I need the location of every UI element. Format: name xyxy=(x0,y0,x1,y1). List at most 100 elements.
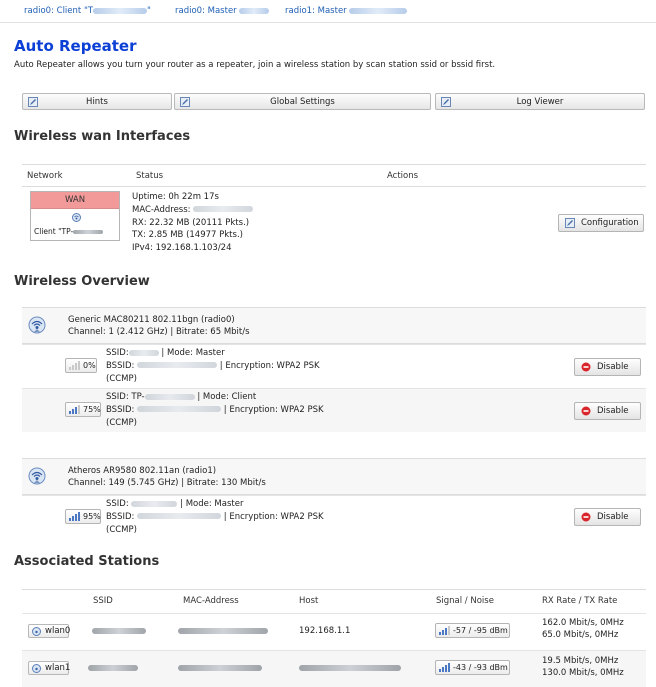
bssid-line: BSSID: | Encryption: WPA2 PSK xyxy=(106,360,320,373)
iface-label: wlan0 xyxy=(45,626,71,636)
redacted-text xyxy=(193,206,254,213)
signal-bars-icon xyxy=(439,663,450,672)
tx-rate: 130.0 Mbit/s, 0MHz xyxy=(542,667,624,678)
wifi-radio-icon xyxy=(28,467,46,485)
topbar-radio1-master[interactable]: radio1: Master xyxy=(285,6,408,16)
host-text: 192.168.1.1 xyxy=(299,626,351,636)
radio0-name: Generic MAC80211 802.11bgn (radio0) xyxy=(68,315,235,325)
disable-icon xyxy=(581,512,591,522)
edit-icon xyxy=(441,97,451,107)
redacted-text xyxy=(144,393,195,400)
col-signal: Signal / Noise xyxy=(436,596,494,606)
log-viewer-label: Log Viewer xyxy=(516,97,564,107)
encryption-text: | Encryption: WPA2 PSK xyxy=(223,511,324,522)
wlan0-badge[interactable]: wlan0 xyxy=(28,624,71,638)
redacted-ssid xyxy=(88,665,138,671)
rx-text: RX: 22.32 MB (20111 Pkts.) xyxy=(132,217,250,228)
cipher-text: (CCMP) xyxy=(106,373,137,384)
ssid-label: SSID: TP- xyxy=(106,392,145,402)
topbar-item-label: radio0: Client "T xyxy=(24,6,94,16)
global-settings-button[interactable]: Global Settings xyxy=(174,93,431,110)
overview-section-title: Wireless Overview xyxy=(14,274,150,289)
redacted-text xyxy=(239,7,270,14)
rate-text: 162.0 Mbit/s, 0MHz 65.0 Mbit/s, 0MHz xyxy=(542,618,624,641)
signal-bars-icon xyxy=(69,512,80,521)
redacted-text xyxy=(137,406,222,413)
stations-section-title: Associated Stations xyxy=(14,554,160,569)
disable-button[interactable]: Disable xyxy=(574,402,641,420)
col-mac: MAC-Address xyxy=(183,596,239,606)
wan-status: Uptime: 0h 22m 17s MAC-Address: RX: 22.3… xyxy=(132,191,254,255)
tx-rate: 65.0 Mbit/s, 0MHz xyxy=(542,629,619,640)
log-viewer-button[interactable]: Log Viewer xyxy=(435,93,645,110)
wan-section-title: Wireless wan Interfaces xyxy=(14,129,191,144)
signal-noise-badge: -43 / -93 dBm xyxy=(435,660,510,675)
global-settings-label: Global Settings xyxy=(270,97,335,107)
signal-percent: 75% xyxy=(83,405,101,414)
bssid-label: BSSID: xyxy=(106,404,135,415)
page-title: Auto Repeater xyxy=(14,37,137,55)
signal-noise-text: -57 / -95 dBm xyxy=(453,626,508,635)
ssid-line: SSID: TP- | Mode: Client xyxy=(106,391,324,404)
redacted-text xyxy=(137,362,218,369)
disable-label: Disable xyxy=(597,512,629,522)
topbar-item-label: radio0: Master xyxy=(175,6,237,16)
bssid-label: BSSID: xyxy=(106,511,135,522)
topbar-radio0-master[interactable]: radio0: Master xyxy=(175,6,270,16)
ipv4-text: IPv4: 192.168.1.103/24 xyxy=(132,243,232,254)
wifi-radio-icon xyxy=(28,316,46,334)
col-host: Host xyxy=(299,596,319,606)
redacted-text xyxy=(349,7,408,14)
network-details: SSID: | Mode: Master BSSID: | Encryption… xyxy=(106,498,324,536)
tx-text: TX: 2.85 MB (14977 Pkts.) xyxy=(132,230,243,241)
ssid-line: SSID: | Mode: Master xyxy=(106,498,324,511)
topbar-quote: " xyxy=(147,6,151,16)
disable-button[interactable]: Disable xyxy=(574,358,641,376)
col-status: Status xyxy=(136,171,164,181)
col-rate: RX Rate / TX Rate xyxy=(542,596,618,606)
bssid-line: BSSID: | Encryption: WPA2 PSK xyxy=(106,404,324,417)
redacted-text xyxy=(73,230,104,234)
redacted-mac xyxy=(178,665,262,671)
mode-text: | Mode: Client xyxy=(197,392,257,402)
configuration-button[interactable]: Configuration xyxy=(558,214,644,232)
encryption-text: | Encryption: WPA2 PSK xyxy=(223,404,324,415)
wan-client-name: Client "TP- xyxy=(34,227,104,236)
wlan1-badge[interactable]: wlan1 xyxy=(28,661,71,675)
signal-badge: 95% xyxy=(65,509,101,524)
edit-icon xyxy=(565,218,575,228)
mac-label: MAC-Address: xyxy=(132,204,191,215)
configuration-label: Configuration xyxy=(581,218,639,228)
radio1-info: Channel: 149 (5.745 GHz) | Bitrate: 130 … xyxy=(68,478,266,488)
col-ssid: SSID xyxy=(93,596,113,606)
col-actions: Actions xyxy=(387,171,419,181)
signal-badge: 75% xyxy=(65,402,101,417)
iface-label: wlan1 xyxy=(45,663,71,673)
divider xyxy=(22,589,646,590)
rate-text: 19.5 Mbit/s, 0MHz 130.0 Mbit/s, 0MHz xyxy=(542,656,624,679)
topbar-radio0-client[interactable]: radio0: Client "T " xyxy=(24,6,151,16)
cipher-text: (CCMP) xyxy=(106,524,137,535)
network-details: SSID: | Mode: Master BSSID: | Encryption… xyxy=(106,347,320,385)
page-description: Auto Repeater allows you turn your route… xyxy=(14,60,496,70)
redacted-text xyxy=(131,500,178,507)
wan-client-text: Client "TP- xyxy=(34,227,74,236)
ssid-label: SSID: xyxy=(106,348,129,358)
wifi-radio-icon xyxy=(32,664,41,673)
uptime-text: Uptime: 0h 22m 17s xyxy=(132,192,219,202)
mode-text: | Mode: Master xyxy=(180,499,244,509)
rx-rate: 19.5 Mbit/s, 0MHz xyxy=(542,656,619,666)
wan-interface-badge[interactable]: WAN Client "TP- xyxy=(30,191,120,241)
disable-button[interactable]: Disable xyxy=(574,508,641,526)
hints-button[interactable]: Hints xyxy=(22,93,172,110)
signal-noise-badge: -57 / -95 dBm xyxy=(435,623,510,638)
col-network: Network xyxy=(27,171,63,181)
divider xyxy=(22,164,646,165)
wifi-radio-icon xyxy=(72,213,81,222)
edit-icon xyxy=(28,97,38,107)
redacted-text xyxy=(93,7,148,14)
signal-bars-icon xyxy=(69,361,80,370)
signal-bars-icon xyxy=(439,626,450,635)
signal-bars-icon xyxy=(69,405,80,414)
encryption-text: | Encryption: WPA2 PSK xyxy=(219,360,320,371)
